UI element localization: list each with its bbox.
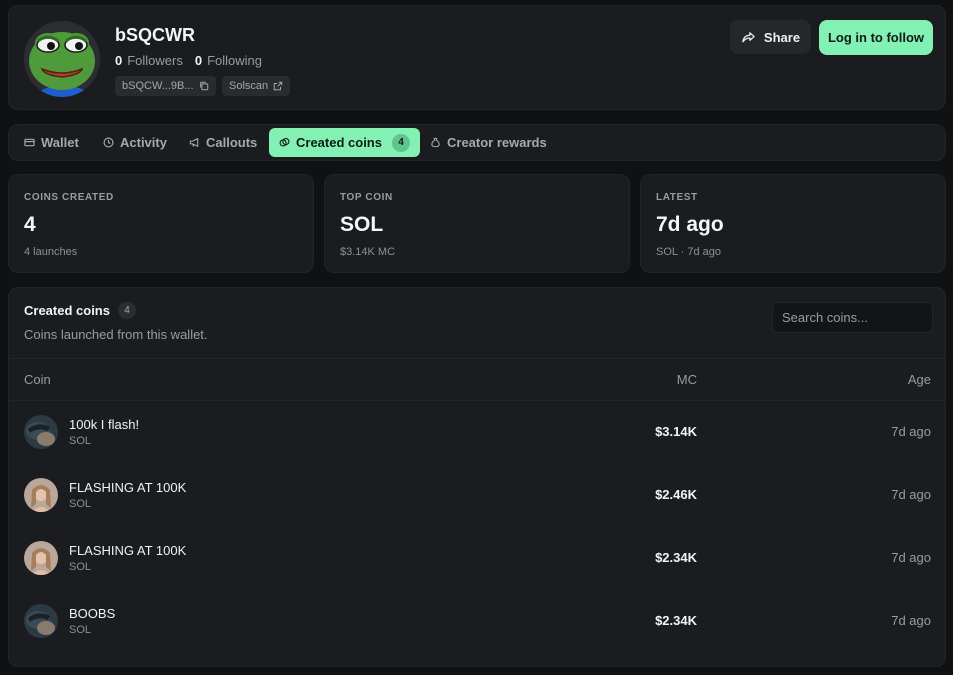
column-header-mc[interactable]: MC <box>677 372 697 387</box>
megaphone-icon <box>189 138 199 147</box>
table-row[interactable]: FLASHING AT 100K SOL $2.34K 7d ago <box>9 526 945 589</box>
coin-thumbnail <box>24 604 58 638</box>
stat-card-latest: LATEST 7d ago SOL · 7d ago <box>640 174 946 273</box>
share-icon <box>742 31 755 42</box>
column-header-age[interactable]: Age <box>908 372 931 387</box>
section-title-text: Created coins <box>24 303 110 318</box>
wallet-icon <box>24 138 35 147</box>
tab-wallet[interactable]: Wallet <box>14 128 89 157</box>
stat-subtext: 4 launches <box>24 246 78 258</box>
wallet-address-chip[interactable]: bSQCW...9B... <box>115 76 216 96</box>
username: bSQCWR <box>115 25 195 45</box>
table-row[interactable]: 100k I flash! SOL $3.14K 7d ago <box>9 400 945 463</box>
clock-icon <box>103 137 114 148</box>
stat-value: 4 <box>24 213 36 236</box>
coin-market-cap: $2.46K <box>655 487 697 502</box>
external-link-icon <box>273 81 283 91</box>
coin-image-icon <box>24 604 58 638</box>
coin-ticker: SOL <box>69 435 92 447</box>
solscan-label: Solscan <box>229 80 269 92</box>
profile-tabs: Wallet Activity Callouts Created coins 4… <box>8 124 946 161</box>
coin-age: 7d ago <box>891 613 931 628</box>
stat-subtext: SOL · 7d ago <box>656 246 722 258</box>
coins-count-badge: 4 <box>117 302 136 319</box>
profile-header: bSQCWR 0 Followers 0 Following bSQCW...9B..… <box>8 5 946 110</box>
stat-value: SOL <box>340 213 384 236</box>
coin-ticker: SOL <box>69 498 92 510</box>
tab-label: Creator rewards <box>447 135 547 150</box>
tab-label: Callouts <box>206 135 258 150</box>
coins-icon <box>279 138 290 147</box>
stat-label: TOP COIN <box>340 192 393 203</box>
tab-activity[interactable]: Activity <box>93 128 177 157</box>
coin-market-cap: $2.34K <box>655 550 697 565</box>
coin-name: BOOBS <box>69 606 116 621</box>
section-description: Coins launched from this wallet. <box>24 327 208 342</box>
created-coins-panel: Created coins 4 Coins launched from this… <box>8 287 946 667</box>
table-row[interactable]: BOOBS SOL $2.34K 7d ago <box>9 589 945 652</box>
tab-label: Wallet <box>41 135 79 150</box>
log-in-to-follow-button[interactable]: Log in to follow <box>819 20 933 55</box>
coin-ticker: SOL <box>69 624 92 636</box>
divider <box>9 358 945 359</box>
stat-subtext: $3.14K MC <box>340 246 396 258</box>
coin-market-cap: $2.34K <box>655 613 697 628</box>
coin-name: FLASHING AT 100K <box>69 543 187 558</box>
coin-ticker: SOL <box>69 561 92 573</box>
coin-thumbnail <box>24 478 58 512</box>
coin-market-cap: $3.14K <box>655 424 697 439</box>
coin-age: 7d ago <box>891 424 931 439</box>
followers-label[interactable]: Followers <box>127 53 183 68</box>
follow-stats: 0 Followers 0 Following <box>115 53 262 68</box>
tab-label: Activity <box>120 135 167 150</box>
coin-age: 7d ago <box>891 550 931 565</box>
stat-value: 7d ago <box>656 213 724 236</box>
copy-icon <box>199 81 208 91</box>
section-title: Created coins 4 <box>24 302 136 319</box>
column-header-coin[interactable]: Coin <box>24 372 51 387</box>
search-coins-input[interactable] <box>772 302 933 333</box>
followers-count: 0 <box>115 53 123 68</box>
wallet-address: bSQCW...9B... <box>122 80 194 92</box>
share-label: Share <box>763 29 801 45</box>
coin-thumbnail <box>24 415 58 449</box>
coin-image-icon <box>24 541 58 575</box>
stat-card-coins-created: COINS CREATED 4 4 launches <box>8 174 314 273</box>
following-label[interactable]: Following <box>207 53 262 68</box>
stat-label: COINS CREATED <box>24 192 114 203</box>
tab-created-coins[interactable]: Created coins 4 <box>269 128 420 157</box>
tab-label: Created coins <box>296 135 382 150</box>
coin-thumbnail <box>24 541 58 575</box>
tab-creator-rewards[interactable]: Creator rewards <box>420 128 557 157</box>
coin-image-icon <box>24 478 58 512</box>
coin-name: 100k I flash! <box>69 417 140 432</box>
coin-image-icon <box>24 415 58 449</box>
tab-count-badge: 4 <box>391 133 410 152</box>
frog-avatar-icon <box>24 21 100 97</box>
solscan-link[interactable]: Solscan <box>222 76 291 96</box>
stat-card-top-coin: TOP COIN SOL $3.14K MC <box>324 174 630 273</box>
tab-callouts[interactable]: Callouts <box>179 128 267 157</box>
avatar <box>24 21 100 97</box>
stat-label: LATEST <box>656 192 698 203</box>
table-row[interactable]: FLASHING AT 100K SOL $2.46K 7d ago <box>9 463 945 526</box>
moneybag-icon <box>431 137 440 148</box>
coin-name: FLASHING AT 100K <box>69 480 187 495</box>
coin-age: 7d ago <box>891 487 931 502</box>
share-button[interactable]: Share <box>730 20 811 54</box>
following-count: 0 <box>194 53 203 68</box>
